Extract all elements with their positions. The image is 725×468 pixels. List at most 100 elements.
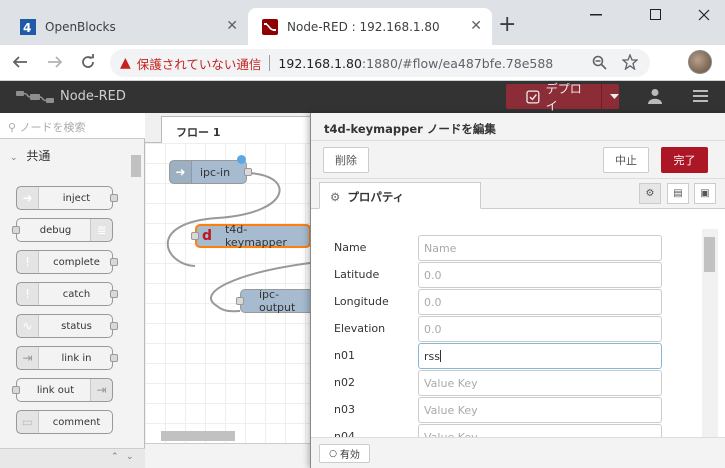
longitude-input[interactable]: 0.0	[418, 289, 662, 315]
input-port	[12, 226, 20, 234]
node-label: comment	[52, 416, 101, 428]
elevation-input[interactable]: 0.0	[418, 316, 662, 342]
deploy-button[interactable]: デプロイ	[506, 82, 619, 113]
node-label: debug	[39, 224, 72, 236]
scroll-thumb[interactable]	[704, 237, 715, 272]
field-row: n02 Value Key	[334, 370, 694, 397]
node-editor-tray: t4d-keymapper ノードを編集 削除 中止 完了 ⚙ プロパティ ⚙ …	[310, 113, 725, 468]
browser-tab-openblocks[interactable]: 4 OpenBlocks ✕	[8, 8, 248, 45]
palette-node-inject[interactable]: ➜ inject	[16, 186, 118, 210]
editor-scrollbar[interactable]	[702, 229, 718, 437]
openblocks-favicon-icon: 4	[20, 18, 36, 35]
minimize-icon[interactable]	[590, 14, 602, 16]
hamburger-menu-icon[interactable]	[693, 90, 708, 102]
n03-input[interactable]: Value Key	[418, 397, 662, 423]
field-row: Longitude 0.0	[334, 289, 694, 316]
url-text[interactable]: 192.168.1.80:1880/#flow/ea487bfe.78e588	[278, 56, 553, 71]
palette-node-catch[interactable]: ! catch	[16, 282, 118, 306]
svg-text:4: 4	[23, 21, 31, 35]
node-label: link in	[61, 352, 92, 364]
tab-label: プロパティ	[347, 190, 405, 204]
n04-input[interactable]: Value Key	[418, 424, 662, 437]
flow-node-ipc-in[interactable]: ➜ ipc-in	[169, 155, 252, 184]
input-value: rss	[424, 350, 440, 363]
appearance-icon[interactable]: ▣	[694, 183, 716, 204]
reload-icon[interactable]	[80, 54, 96, 70]
field-label: n01	[334, 349, 355, 362]
exclamation-icon: !	[17, 283, 39, 305]
back-icon[interactable]	[12, 55, 28, 69]
expand-all-icon[interactable]: ⌄	[126, 452, 134, 462]
profile-avatar[interactable]	[688, 50, 712, 74]
arrow-right-icon: ➜	[17, 187, 39, 209]
gear-icon: ⚙	[330, 190, 341, 204]
description-icon[interactable]: ▤	[667, 183, 689, 204]
arrow-right-icon: ➜	[170, 161, 192, 183]
palette-node-debug[interactable]: debug ≣	[12, 218, 113, 242]
close-window-icon[interactable]	[698, 9, 710, 21]
field-label: n04	[334, 430, 355, 437]
warning-icon[interactable]: ▲	[120, 55, 131, 71]
n02-input[interactable]: Value Key	[418, 370, 662, 396]
security-status[interactable]: 保護されていない通信	[137, 54, 262, 73]
palette-node-status[interactable]: ∿ status	[16, 314, 118, 338]
input-port	[12, 386, 20, 394]
node-label: status	[61, 320, 92, 332]
nodered-logo-icon	[16, 91, 54, 103]
pulse-icon: ∿	[17, 315, 39, 337]
browser-tab-nodered[interactable]: Node-RED : 192.168.1.80 ✕	[248, 8, 492, 45]
address-bar[interactable]: ▲ 保護されていない通信 192.168.1.80:1880/#flow/ea4…	[110, 49, 650, 77]
field-row: n03 Value Key	[334, 397, 694, 424]
forward-icon[interactable]	[47, 55, 63, 69]
field-label: Name	[334, 241, 367, 254]
palette-category-common[interactable]: ⌄ 共通	[0, 143, 130, 165]
delete-button[interactable]: 削除	[323, 147, 369, 173]
cancel-button[interactable]: 中止	[603, 147, 649, 173]
palette-search-input[interactable]: ⚲ ノードを検索	[0, 113, 145, 139]
text-caret	[439, 350, 441, 362]
category-label: 共通	[26, 149, 51, 163]
palette-node-link-in[interactable]: ⇥ link in	[16, 346, 118, 370]
palette-scrollbar[interactable]	[130, 153, 142, 453]
changed-indicator	[237, 155, 246, 164]
deploy-label: デプロイ	[545, 81, 582, 113]
field-row: n01 rss	[334, 343, 694, 370]
output-port	[244, 168, 252, 176]
collapse-all-icon[interactable]: ⌃	[111, 452, 119, 462]
palette-node-link-out[interactable]: link out ⇥	[12, 378, 113, 402]
node-label: catch	[62, 288, 91, 300]
output-port	[110, 290, 118, 298]
editor-toolbar: 削除 中止 完了	[311, 141, 725, 179]
tab-properties[interactable]: ⚙ プロパティ	[319, 182, 481, 209]
properties-gear-icon[interactable]: ⚙	[639, 183, 661, 204]
field-row: Latitude 0.0	[334, 262, 694, 289]
close-tab-icon[interactable]: ✕	[470, 18, 482, 34]
close-tab-icon[interactable]: ✕	[226, 18, 238, 34]
list-icon: ≣	[90, 219, 112, 241]
tab-flow-1[interactable]: フロー 1	[161, 116, 310, 143]
n01-input[interactable]: rss	[418, 343, 662, 369]
enable-toggle-button[interactable]: ○ 有効	[319, 444, 370, 463]
name-input[interactable]: Name	[418, 235, 662, 261]
search-icon: ⚲	[8, 121, 17, 134]
enable-label: 有効	[339, 450, 360, 461]
new-tab-button[interactable]: +	[498, 12, 516, 37]
palette-node-complete[interactable]: ! complete	[16, 250, 118, 274]
nodered-favicon-icon	[262, 18, 278, 35]
scroll-thumb[interactable]	[131, 155, 141, 177]
input-port	[236, 297, 244, 305]
palette-node-comment[interactable]: ▭ comment	[16, 410, 113, 434]
maximize-icon[interactable]	[650, 9, 661, 20]
workspace-hscroll-thumb[interactable]	[161, 431, 235, 441]
latitude-input[interactable]: 0.0	[418, 262, 662, 288]
done-button[interactable]: 完了	[661, 147, 708, 173]
node-label: inject	[62, 192, 91, 204]
flow-node-ipc-output[interactable]: ipc-output	[236, 288, 310, 314]
search-placeholder: ノードを検索	[19, 121, 86, 134]
zoom-icon[interactable]	[592, 55, 607, 70]
user-icon[interactable]	[648, 88, 662, 104]
flow-node-t4d-keymapper[interactable]: d t4d-keymapper	[191, 223, 310, 249]
chevron-down-icon[interactable]	[610, 93, 619, 100]
bookmark-star-icon[interactable]	[622, 54, 638, 70]
url-path: :1880/#flow/ea487bfe.78e588	[361, 55, 554, 71]
